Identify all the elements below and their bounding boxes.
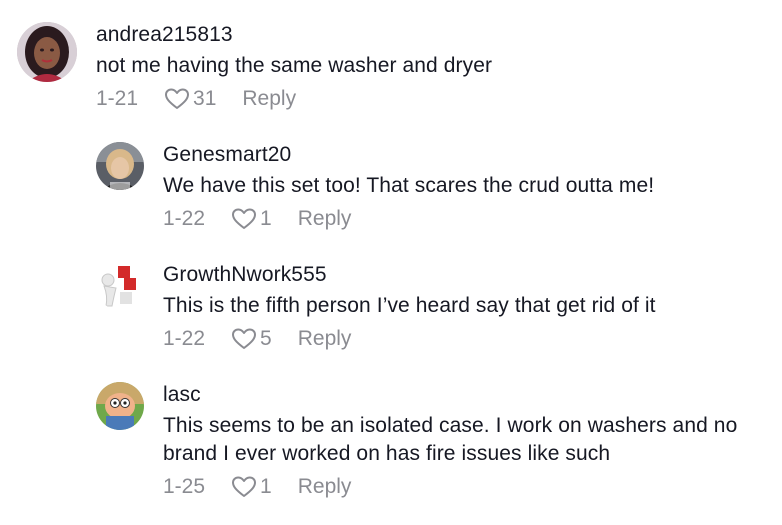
reply-button[interactable]: Reply — [242, 86, 296, 112]
heart-icon — [165, 88, 190, 109]
avatar[interactable] — [96, 382, 144, 430]
heart-icon — [232, 208, 257, 229]
comment-meta: 1-21 31 Reply — [96, 86, 774, 112]
reply-button[interactable]: Reply — [298, 206, 352, 232]
comment-date: 1-21 — [96, 87, 139, 110]
comment-text: We have this set too! That scares the cr… — [163, 174, 655, 197]
username[interactable]: Genesmart20 — [163, 142, 774, 168]
avatar[interactable] — [17, 22, 77, 82]
reply-button[interactable]: Reply — [298, 474, 352, 500]
comment-date: 1-22 — [163, 327, 206, 350]
heart-icon — [232, 328, 257, 349]
comment-date: 1-22 — [163, 207, 206, 230]
username[interactable]: lasc — [163, 382, 774, 408]
comment-meta: 1-25 1 Reply — [163, 474, 774, 500]
comment-text: This seems to be an isolated case. I wor… — [163, 414, 738, 465]
comment-date: 1-25 — [163, 475, 206, 498]
avatar[interactable] — [96, 142, 144, 190]
comment-text: not me having the same washer and dryer — [96, 54, 493, 77]
comment-body: lasc This seems to be an isolated case. … — [163, 382, 774, 500]
comment-meta: 1-22 1 Reply — [163, 206, 774, 232]
comment-text: This is the fifth person I’ve heard say … — [163, 294, 656, 317]
like-count: 1 — [260, 475, 272, 498]
like-count: 31 — [193, 87, 217, 110]
like-count: 5 — [260, 327, 272, 350]
like-count: 1 — [260, 207, 272, 230]
like-button[interactable]: 31 — [164, 86, 216, 112]
reply-button[interactable]: Reply — [298, 326, 352, 352]
avatar[interactable] — [96, 262, 144, 310]
like-button[interactable]: 1 — [231, 474, 272, 500]
comment-body: GrowthNwork555 This is the fifth person … — [163, 262, 774, 352]
comment-meta: 1-22 5 Reply — [163, 326, 774, 352]
username[interactable]: andrea215813 — [96, 22, 774, 48]
heart-icon — [232, 476, 257, 497]
username[interactable]: GrowthNwork555 — [163, 262, 774, 288]
like-button[interactable]: 1 — [231, 206, 272, 232]
comment-body: Genesmart20 We have this set too! That s… — [163, 142, 774, 232]
like-button[interactable]: 5 — [231, 326, 272, 352]
comment-body: andrea215813 not me having the same wash… — [96, 22, 774, 112]
